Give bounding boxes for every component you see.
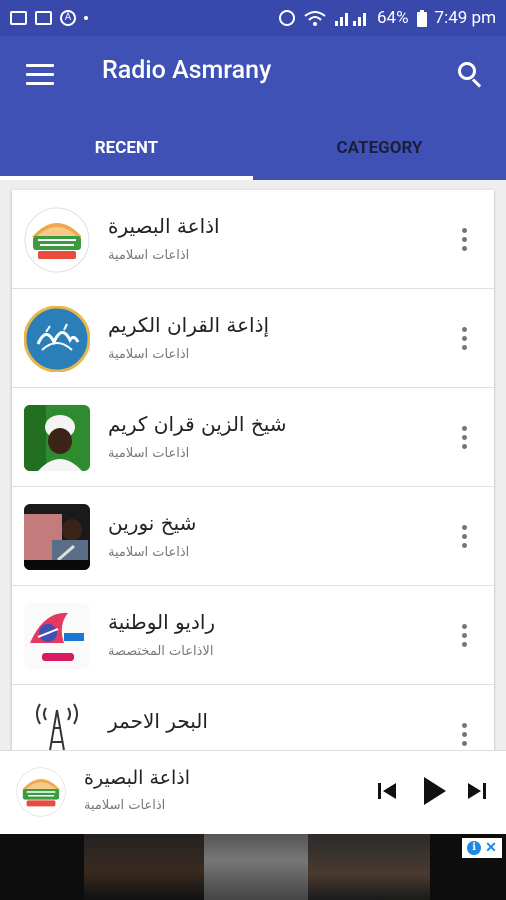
a-notification-icon: A [60, 10, 76, 26]
list-item[interactable]: شيخ نورين اذاعات اسلامية [12, 487, 494, 586]
player-station-category: اذاعات اسلامية [84, 798, 166, 813]
more-options-icon[interactable] [460, 723, 468, 749]
station-category: اذاعات اسلامية [108, 545, 190, 560]
hamburger-icon-bar-1 [26, 64, 54, 67]
info-icon: i [467, 841, 482, 855]
tab-recent[interactable]: RECENT [0, 130, 253, 180]
status-bar: A 64% 7:49 pm [0, 0, 506, 36]
more-options-icon[interactable] [460, 426, 468, 452]
station-title: شيخ الزين قران كريم [108, 412, 287, 436]
battery-percent: 64% [376, 8, 409, 28]
tab-indicator [0, 176, 253, 180]
gallery-notification-icon [35, 11, 52, 25]
station-title: شيخ نورين [108, 511, 197, 535]
list-item[interactable]: راديو الوطنية الاذاعات المختصصة [12, 586, 494, 685]
more-notifications-dot-icon [84, 16, 88, 20]
alarm-icon [278, 10, 295, 26]
play-icon[interactable] [420, 773, 448, 809]
tab-bar: RECENT CATEGORY [0, 130, 506, 180]
ad-image-panel [0, 834, 84, 900]
station-title: راديو الوطنية [108, 610, 216, 634]
albasira-logo-icon [16, 767, 66, 817]
mini-player[interactable]: اذاعة البصيرة اذاعات اسلامية [0, 750, 506, 834]
menu-button[interactable] [26, 64, 54, 86]
clock: 7:49 pm [434, 8, 496, 28]
player-station-title: اذاعة البصيرة [84, 767, 191, 789]
station-category: الاذاعات المختصصة [108, 644, 214, 659]
tab-category[interactable]: CATEGORY [253, 130, 506, 180]
list-item[interactable]: اذاعة البصيرة اذاعات اسلامية [12, 190, 494, 289]
skip-previous-icon[interactable] [376, 775, 398, 807]
ad-image-panel [204, 834, 308, 900]
station-category: اذاعات اسلامية [108, 248, 190, 263]
ad-image-panel [84, 834, 204, 900]
more-options-icon[interactable] [460, 228, 468, 254]
list-item[interactable]: شيخ الزين قران كريم اذاعات اسلامية [12, 388, 494, 487]
signal-icon [334, 13, 366, 26]
more-options-icon[interactable] [460, 624, 468, 650]
close-icon: ✕ [485, 840, 497, 856]
station-category: اذاعات اسلامية [108, 446, 190, 461]
ad-choices-button[interactable]: i ✕ [462, 838, 502, 858]
more-options-icon[interactable] [460, 327, 468, 353]
station-list: اذاعة البصيرة اذاعات اسلامية إذاعة القرا… [12, 190, 494, 750]
ad-banner[interactable]: i ✕ [0, 834, 506, 900]
status-left-icons: A [10, 10, 88, 26]
app-bar: Radio Asmrany RECENT CATEGORY [0, 36, 506, 180]
quran-calligraphy-icon [24, 306, 90, 372]
status-right-icons: 64% 7:49 pm [278, 8, 496, 28]
list-item[interactable]: إذاعة القران الكريم اذاعات اسلامية [12, 289, 494, 388]
station-title: اذاعة البصيرة [108, 214, 220, 238]
skip-next-icon[interactable] [466, 775, 488, 807]
sheikh-portrait-icon [24, 405, 90, 471]
wifi-icon [304, 11, 326, 26]
station-title: البحر الاحمر [108, 709, 208, 733]
more-options-icon[interactable] [460, 525, 468, 551]
search-button[interactable] [456, 60, 484, 88]
hamburger-icon-bar-2 [26, 73, 54, 76]
sheikh-photo-icon [24, 504, 90, 570]
watania-logo-icon [24, 603, 90, 669]
screen-notification-icon [10, 11, 27, 25]
station-category: اذاعات اسلامية [108, 347, 190, 362]
radio-tower-icon [24, 702, 90, 750]
list-item[interactable]: البحر الاحمر [12, 685, 494, 750]
station-title: إذاعة القران الكريم [108, 313, 270, 337]
hamburger-icon-bar-3 [26, 82, 54, 85]
app-title: Radio Asmrany [102, 56, 272, 85]
search-icon-handle [471, 78, 482, 88]
ad-image-panel [308, 834, 430, 900]
albasira-logo-icon [24, 207, 90, 273]
battery-icon [416, 9, 427, 27]
